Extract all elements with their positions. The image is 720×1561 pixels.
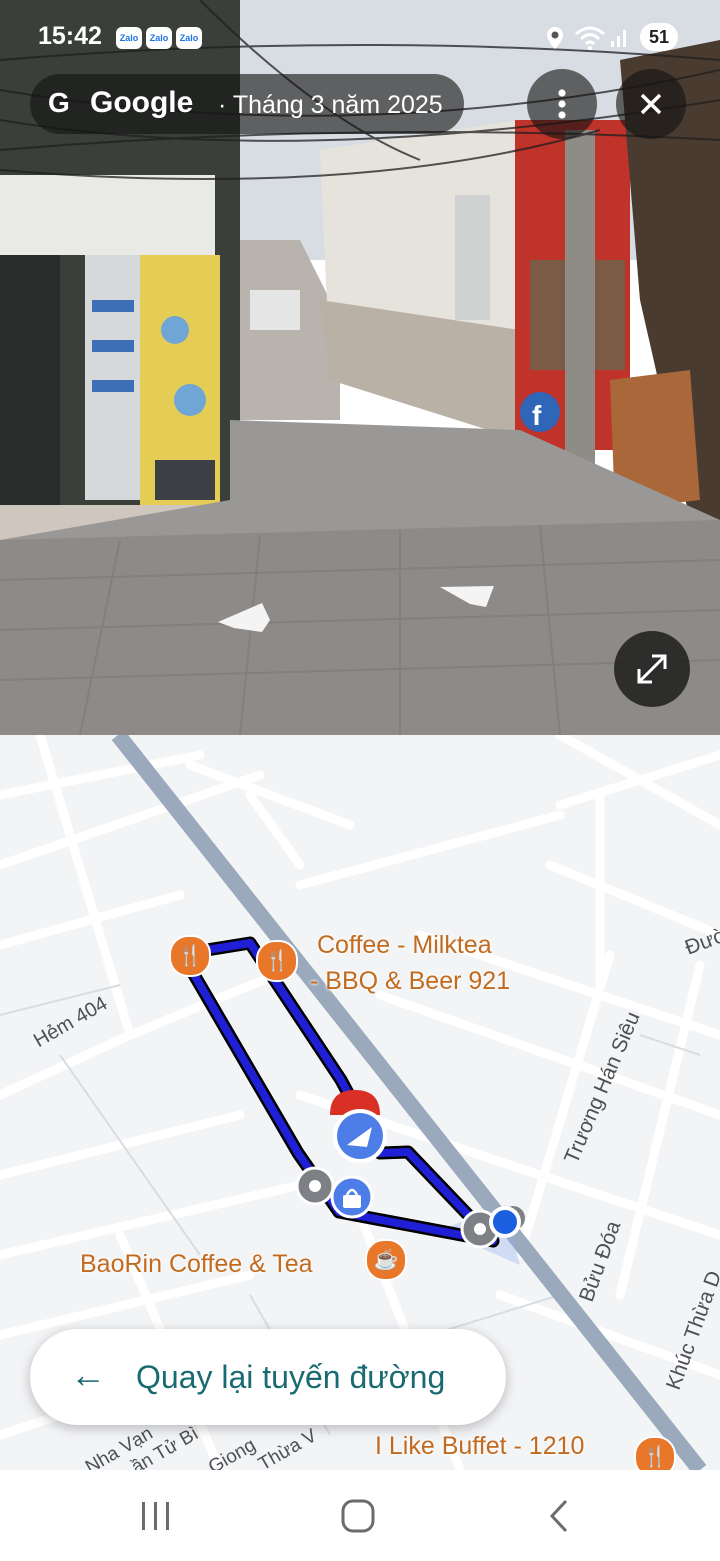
expand-icon <box>637 654 667 684</box>
current-location-dot <box>489 1206 521 1238</box>
back-to-route-label: Quay lại tuyến đường <box>136 1359 446 1395</box>
arrow-left-icon: ← <box>70 1354 106 1395</box>
cafe-icon[interactable]: ☕ <box>365 1239 407 1281</box>
navigation-arrow-icon <box>333 1109 387 1163</box>
system-nav-bar <box>0 1470 720 1561</box>
waypoint-marker <box>295 1166 335 1206</box>
signal-icon <box>611 30 626 47</box>
poi-label[interactable]: I Like Buffet - 1210 <box>375 1429 584 1463</box>
back-icon[interactable] <box>546 1496 576 1536</box>
status-bar: 15:42 Zalo Zalo Zalo 51 <box>0 0 720 76</box>
close-button[interactable] <box>616 69 686 139</box>
status-time: 15:42 <box>38 22 102 50</box>
google-g-icon: G <box>48 87 70 118</box>
svg-text:f: f <box>532 400 542 431</box>
zalo-notification-icon: Zalo <box>176 27 202 49</box>
poi-label[interactable]: - BBQ & Beer 921 <box>310 964 510 998</box>
expand-button[interactable] <box>614 631 690 707</box>
restaurant-icon[interactable]: 🍴 <box>169 935 211 977</box>
battery-indicator: 51 <box>640 23 678 51</box>
restaurant-icon[interactable]: 🍴 <box>256 940 298 982</box>
close-icon <box>640 93 662 115</box>
poi-label[interactable]: Coffee - Milktea <box>317 928 492 962</box>
poi-label[interactable]: BaoRin Coffee & Tea <box>80 1247 313 1281</box>
restaurant-icon[interactable]: 🍴 <box>634 1436 676 1470</box>
more-options-button[interactable] <box>527 69 597 139</box>
zalo-notification-icon: Zalo <box>116 27 142 49</box>
wifi-icon <box>575 26 605 50</box>
shopping-bag-icon <box>330 1175 374 1219</box>
brand-label: Google <box>90 86 194 119</box>
recents-icon[interactable] <box>138 1496 174 1536</box>
location-icon <box>547 27 563 49</box>
home-icon[interactable] <box>338 1496 378 1536</box>
more-vert-icon <box>558 89 566 119</box>
imagery-info-pill[interactable]: G Google · Tháng 3 năm 2025 <box>30 74 464 134</box>
capture-date: · Tháng 3 năm 2025 <box>218 91 443 119</box>
zalo-notification-icon: Zalo <box>146 27 172 49</box>
back-to-route-button[interactable]: ← Quay lại tuyến đường <box>30 1329 506 1425</box>
